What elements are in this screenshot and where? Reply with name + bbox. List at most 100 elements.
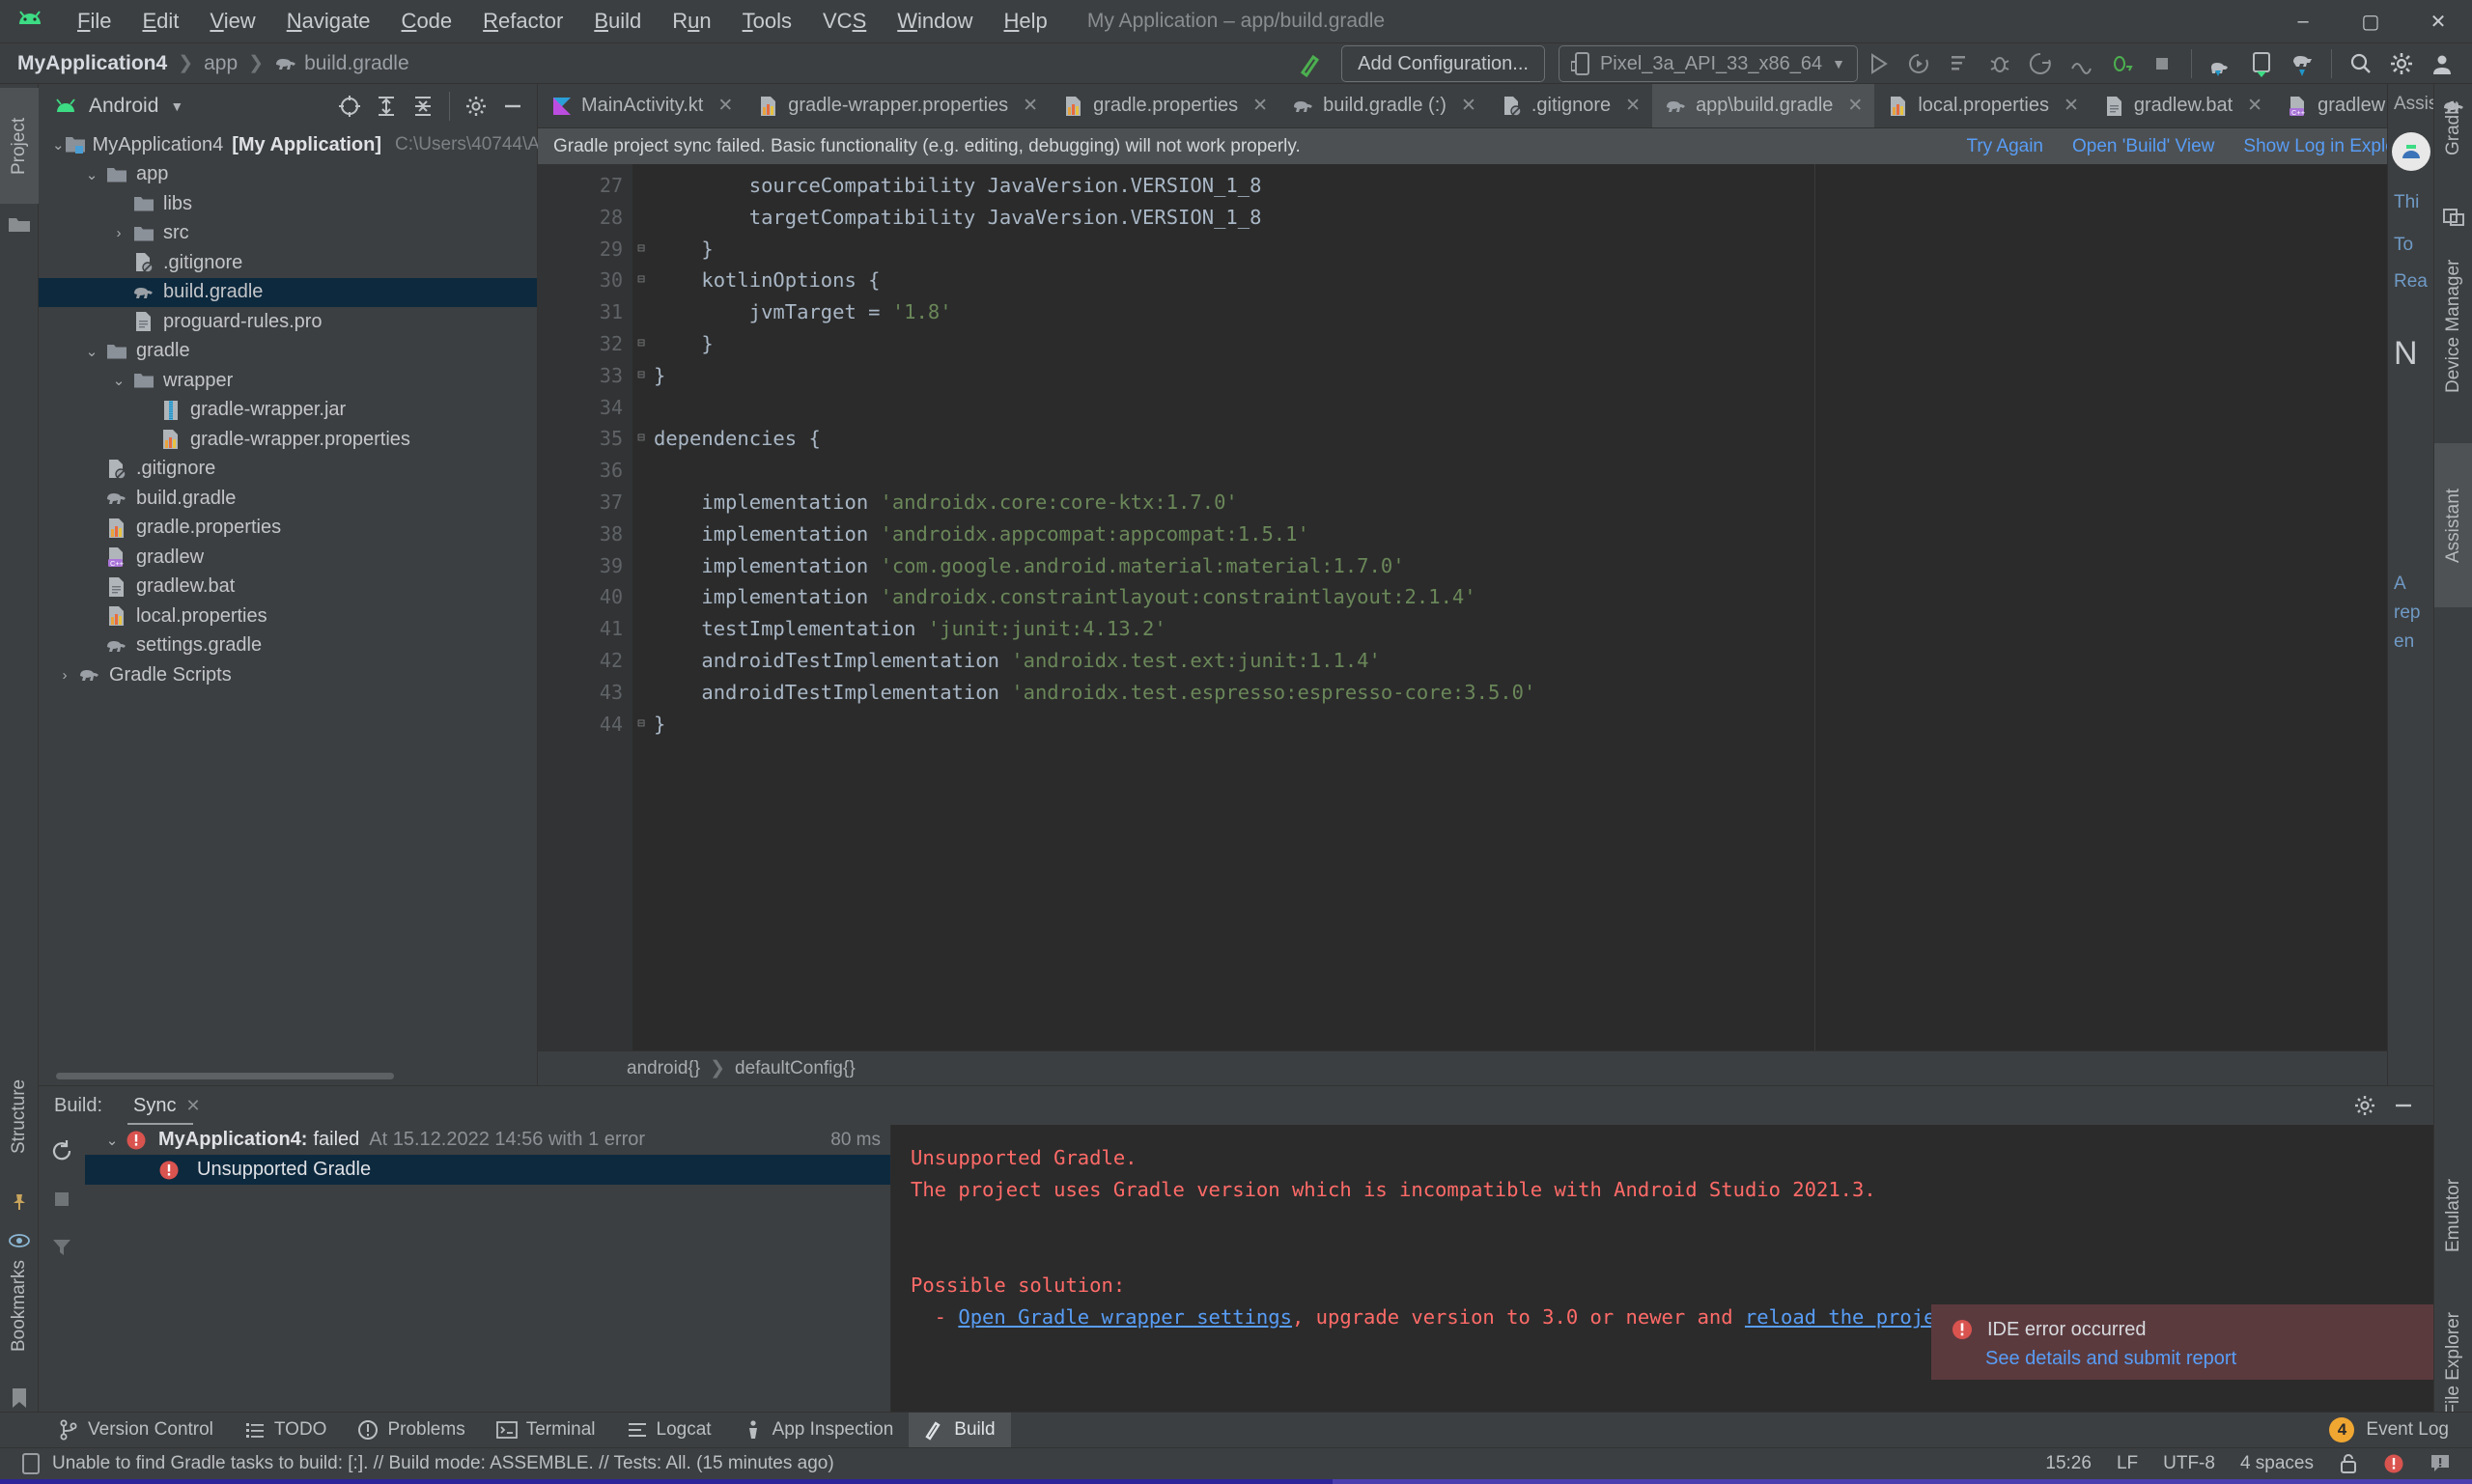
editor-tab-mainactivity-kt[interactable]: MainActivity.kt ✕	[538, 84, 744, 127]
chevron-down-icon[interactable]: ⌄	[52, 136, 65, 154]
project-tree-item-src[interactable]: › src	[39, 219, 537, 249]
attach-debugger-icon[interactable]	[2101, 43, 2142, 84]
bottom-tab-app-inspection[interactable]: App Inspection	[727, 1413, 910, 1448]
build-tab-sync[interactable]: Sync ✕	[127, 1092, 207, 1127]
bottom-tab-logcat[interactable]: Logcat	[611, 1413, 727, 1448]
code-line[interactable]: sourceCompatibility JavaVersion.VERSION_…	[632, 170, 2433, 202]
bottom-tab-problems[interactable]: Problems	[342, 1413, 480, 1448]
close-icon[interactable]: ✕	[1461, 95, 1476, 117]
editor-gutter[interactable]: 27 28 29 ⊟ 30 ⊟ 31 32 ⊟ 33 ⊟ 34 35 ⊟ 36 37 38 39 40 41 42 43 4…	[538, 164, 645, 1050]
editor-code-area[interactable]: sourceCompatibility JavaVersion.VERSION_…	[632, 164, 2433, 1050]
device-selector[interactable]: Pixel_3a_API_33_x86_64 ▼	[1558, 45, 1858, 82]
menu-run[interactable]: Run	[657, 5, 726, 38]
project-tree-item-gradlew-bat[interactable]: gradlew.bat	[39, 573, 537, 602]
right-tab-assistant[interactable]: Assistant	[2434, 443, 2472, 607]
maximize-button[interactable]: ▢	[2337, 0, 2404, 43]
expand-all-icon[interactable]	[370, 90, 403, 123]
menu-edit[interactable]: Edit	[126, 5, 194, 38]
code-line[interactable]: androidTestImplementation 'androidx.test…	[632, 677, 2433, 709]
project-tree-item-build-gradle[interactable]: build.gradle	[39, 484, 537, 514]
menu-build[interactable]: Build	[578, 5, 657, 38]
settings-gear-icon[interactable]	[2381, 43, 2422, 84]
sync-gradle-icon[interactable]	[2282, 43, 2322, 84]
code-line[interactable]: dependencies {	[632, 423, 2433, 455]
bottom-tab-todo[interactable]: TODO	[229, 1413, 343, 1448]
menu-tools[interactable]: Tools	[727, 5, 807, 38]
project-horizontal-scrollbar[interactable]	[56, 1073, 394, 1079]
close-icon[interactable]: ✕	[186, 1096, 201, 1116]
add-configuration-button[interactable]: Add Configuration...	[1341, 45, 1545, 82]
open-build-view-link[interactable]: Open 'Build' View	[2072, 136, 2214, 157]
submit-report-link[interactable]: See details and submit report	[1985, 1348, 2414, 1370]
pin-icon[interactable]	[0, 1183, 39, 1221]
debug-icon[interactable]	[1980, 43, 2020, 84]
code-line[interactable]: }	[632, 328, 2433, 360]
project-tree-item-settings-gradle[interactable]: settings.gradle	[39, 631, 537, 661]
open-gradle-wrapper-settings-link[interactable]: Open Gradle wrapper settings	[958, 1305, 1292, 1329]
editor-breadcrumb-defaultconfig[interactable]: defaultConfig{}	[735, 1058, 856, 1079]
device-manager-icon[interactable]	[2434, 200, 2472, 235]
project-tree-item-gradle-wrapper-properties[interactable]: gradle-wrapper.properties	[39, 425, 537, 455]
search-everywhere-icon[interactable]	[2341, 43, 2381, 84]
lock-open-icon[interactable]	[2339, 1453, 2358, 1474]
chevron-down-icon[interactable]: ▼	[170, 98, 183, 114]
editor-tab--gitignore[interactable]: .gitignore ✕	[1488, 84, 1652, 127]
filter-icon[interactable]	[45, 1231, 78, 1264]
encoding-indicator[interactable]: UTF-8	[2163, 1453, 2215, 1474]
code-line[interactable]: androidTestImplementation 'androidx.test…	[632, 645, 2433, 677]
project-tree-item--gitignore[interactable]: .gitignore	[39, 455, 537, 485]
breadcrumb-module[interactable]: app	[204, 52, 238, 75]
chevron-down-icon[interactable]: ⌄	[79, 166, 104, 183]
code-line[interactable]: }	[632, 709, 2433, 741]
rerun-icon[interactable]	[45, 1134, 78, 1167]
close-icon[interactable]: ✕	[1847, 95, 1863, 117]
breadcrumb-file[interactable]: build.gradle	[304, 52, 409, 75]
menu-vcs[interactable]: VCS	[807, 5, 882, 38]
menu-window[interactable]: Window	[882, 5, 988, 38]
indent-indicator[interactable]: 4 spaces	[2240, 1453, 2314, 1474]
code-line[interactable]	[632, 392, 2433, 424]
editor-tab-gradlew-bat[interactable]: gradlew.bat ✕	[2091, 84, 2274, 127]
menu-help[interactable]: Help	[989, 5, 1063, 38]
chevron-down-icon[interactable]: ⌄	[79, 343, 104, 360]
bottom-tab-build[interactable]: Build	[909, 1412, 1011, 1448]
chevron-down-icon[interactable]: ⌄	[106, 372, 131, 389]
close-icon[interactable]: ✕	[2064, 95, 2079, 117]
bottom-tab-terminal[interactable]: Terminal	[481, 1413, 611, 1448]
breadcrumb-project[interactable]: MyApplication4	[17, 52, 167, 75]
chevron-down-icon[interactable]: ⌄	[98, 1132, 126, 1149]
project-folder-icon[interactable]	[0, 204, 39, 244]
project-tree-item-proguard-rules-pro[interactable]: proguard-rules.pro	[39, 307, 537, 337]
run-with-coverage-icon[interactable]	[1898, 43, 1939, 84]
left-tab-structure[interactable]: Structure	[0, 1050, 39, 1183]
menu-view[interactable]: View	[194, 5, 270, 38]
apply-code-changes-icon[interactable]	[2061, 43, 2101, 84]
collapse-all-icon[interactable]	[407, 90, 439, 123]
project-tree-item-build-gradle[interactable]: build.gradle	[39, 277, 537, 307]
close-button[interactable]: ✕	[2404, 0, 2472, 43]
project-tree-item-gradle-wrapper-jar[interactable]: gradle-wrapper.jar	[39, 396, 537, 426]
close-icon[interactable]: ✕	[1625, 95, 1641, 117]
stop-icon[interactable]	[45, 1183, 78, 1216]
select-opened-file-icon[interactable]	[333, 90, 366, 123]
menu-navigate[interactable]: Navigate	[271, 5, 386, 38]
right-tab-gradle[interactable]: Gradle	[2434, 84, 2472, 171]
code-line[interactable]: jvmTarget = '1.8'	[632, 296, 2433, 328]
stop-icon[interactable]	[2142, 43, 2182, 84]
notification-icon[interactable]	[2430, 1453, 2451, 1474]
sdk-manager-icon[interactable]	[2201, 43, 2241, 84]
editor-tab-build-gradle-[interactable]: build.gradle (:) ✕	[1279, 84, 1488, 127]
project-view-label[interactable]: Android	[89, 95, 158, 118]
editor-tab-app-build-gradle[interactable]: app\build.gradle ✕	[1652, 84, 1875, 127]
project-tree-item-gradle[interactable]: ⌄ gradle	[39, 337, 537, 367]
chevron-right-icon[interactable]: ›	[52, 667, 77, 684]
editor-tab-local-properties[interactable]: local.properties ✕	[1874, 84, 2091, 127]
settings-gear-icon[interactable]	[460, 90, 492, 123]
event-log-button[interactable]: Event Log	[2366, 1419, 2449, 1441]
close-icon[interactable]: ✕	[717, 95, 733, 117]
run-icon[interactable]	[1858, 43, 1898, 84]
project-tree-item--gitignore[interactable]: .gitignore	[39, 248, 537, 278]
editor-tab-gradle-wrapper-properties[interactable]: gradle-wrapper.properties ✕	[744, 84, 1050, 127]
settings-gear-icon[interactable]	[2348, 1089, 2381, 1122]
close-icon[interactable]: ✕	[2247, 95, 2262, 117]
